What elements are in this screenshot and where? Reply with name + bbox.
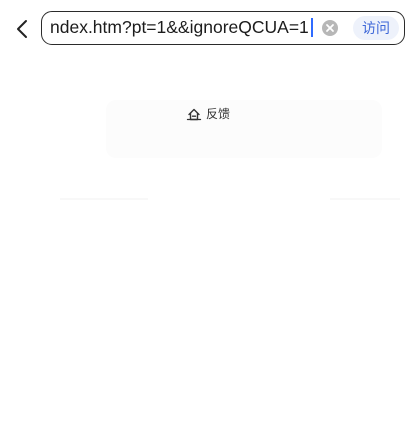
placeholder-line: [330, 198, 400, 200]
chevron-left-icon: [17, 20, 27, 38]
address-toolbar: ndex.htm?pt=1&&ignoreQCUA=1 访问: [0, 0, 420, 58]
feedback-label: 反馈: [206, 107, 231, 121]
address-bar[interactable]: ndex.htm?pt=1&&ignoreQCUA=1 访问: [41, 11, 405, 45]
browser-page: ndex.htm?pt=1&&ignoreQCUA=1 访问 反馈: [0, 0, 420, 438]
clear-url-button[interactable]: [321, 19, 339, 37]
placeholder-line: [60, 198, 148, 200]
feedback-button[interactable]: 反馈: [186, 104, 230, 124]
placeholder-card: [106, 100, 382, 158]
url-input[interactable]: ndex.htm?pt=1&&ignoreQCUA=1: [50, 12, 318, 43]
back-button[interactable]: [8, 14, 36, 44]
clear-circle-icon: [322, 20, 338, 36]
text-caret: [311, 18, 313, 37]
feedback-icon: [186, 108, 202, 121]
visit-button[interactable]: 访问: [353, 16, 399, 40]
